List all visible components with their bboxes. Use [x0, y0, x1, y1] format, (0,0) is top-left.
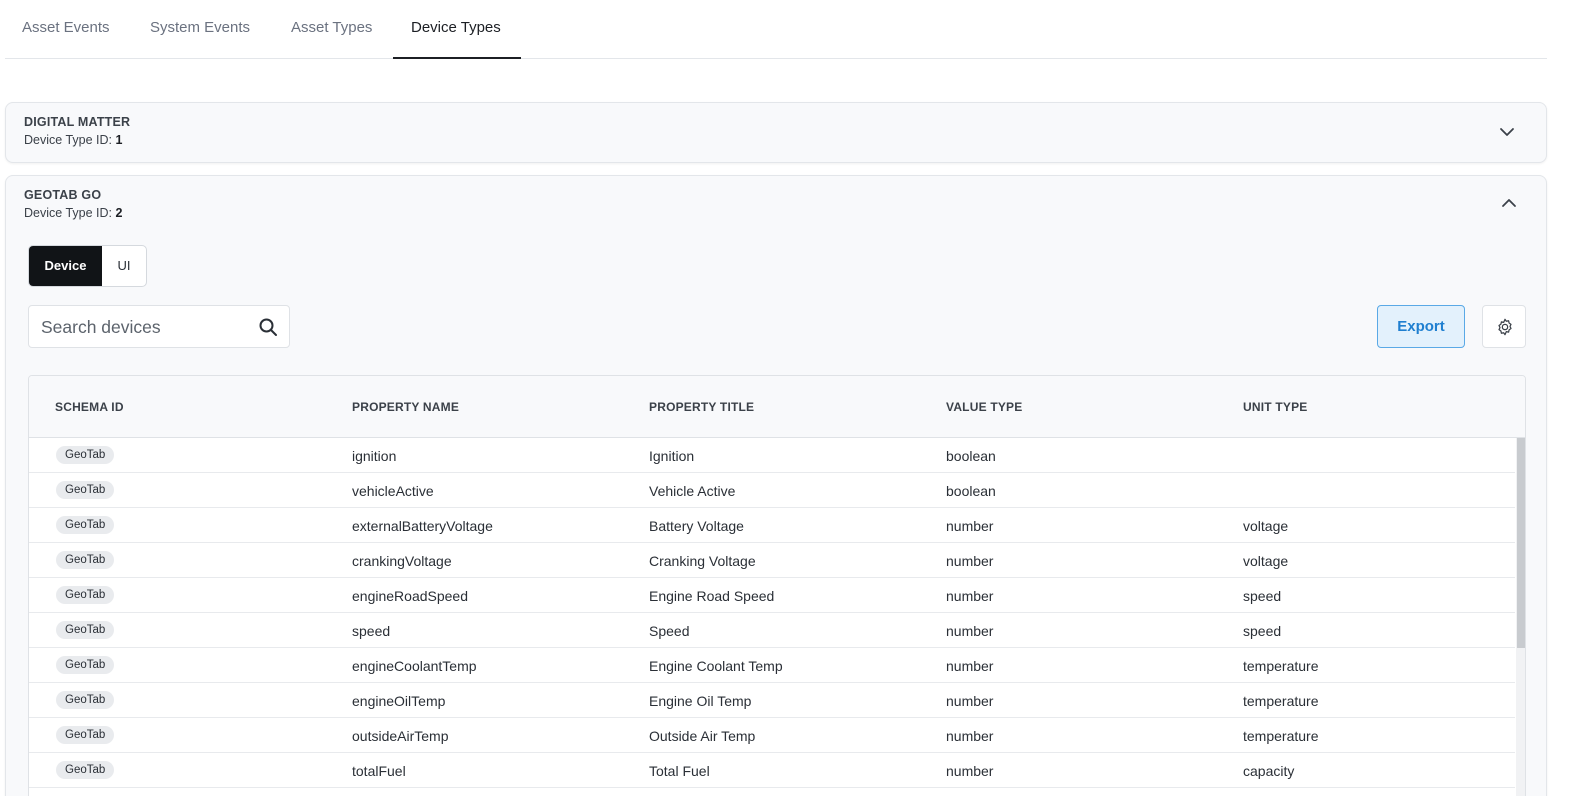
search-box	[28, 305, 290, 348]
property-title-cell: Engine Oil Temp	[649, 693, 752, 709]
tab-asset-types[interactable]: Asset Types	[291, 0, 372, 58]
property-name-cell: outsideAirTemp	[352, 728, 449, 744]
scrollbar-thumb[interactable]	[1517, 438, 1525, 648]
value-type-cell: number	[946, 623, 994, 639]
property-name-cell: crankingVoltage	[352, 553, 452, 569]
property-name-cell: totalFuel	[352, 763, 406, 779]
property-title-cell: Vehicle Active	[649, 483, 736, 499]
unit-type-cell: temperature	[1243, 658, 1319, 674]
property-name-cell: engineRoadSpeed	[352, 588, 468, 604]
property-name-cell: engineCoolantTemp	[352, 658, 477, 674]
gear-icon	[1498, 318, 1512, 336]
unit-type-cell: temperature	[1243, 728, 1319, 744]
unit-type-cell: temperature	[1243, 693, 1319, 709]
value-type-cell: number	[946, 588, 994, 604]
table-body: GeoTab ignition Ignition boolean GeoTab vehic…	[29, 438, 1515, 788]
device-type-name: GEOTAB GO	[24, 188, 102, 202]
search-input[interactable]	[41, 314, 251, 340]
chevron-up-icon[interactable]	[1500, 194, 1518, 212]
table-row[interactable]: GeoTab speed Speed number speed	[29, 613, 1515, 648]
value-type-cell: boolean	[946, 448, 996, 464]
schema-id-badge: GeoTab	[56, 586, 115, 604]
column-header-property-title[interactable]: PROPERTY TITLE	[649, 376, 754, 438]
ui-view-button[interactable]: UI	[102, 246, 146, 286]
column-header-property-name[interactable]: PROPERTY NAME	[352, 376, 459, 438]
table-row[interactable]: GeoTab outsideAirTemp Outside Air Temp numb…	[29, 718, 1515, 753]
property-title-cell: Engine Road Speed	[649, 588, 775, 604]
unit-type-cell: voltage	[1243, 553, 1289, 569]
properties-table: SCHEMA ID PROPERTY NAME PROPERTY TITLE V…	[28, 375, 1526, 796]
tab-device-types[interactable]: Device Types	[393, 0, 521, 59]
property-name-cell: engineOilTemp	[352, 693, 446, 709]
table-scrollbar[interactable]	[1516, 438, 1525, 796]
property-name-cell: speed	[352, 623, 391, 639]
property-title-cell: Total Fuel	[649, 763, 710, 779]
search-icon[interactable]	[258, 317, 278, 337]
tab-asset-events[interactable]: Asset Events	[22, 0, 110, 58]
value-type-cell: number	[946, 693, 994, 709]
unit-type-cell: speed	[1243, 588, 1282, 604]
column-header-value-type[interactable]: VALUE TYPE	[946, 376, 1022, 438]
property-title-cell: Engine Coolant Temp	[649, 658, 783, 674]
value-type-cell: number	[946, 728, 994, 744]
schema-id-badge: GeoTab	[56, 726, 115, 744]
schema-id-badge: GeoTab	[56, 691, 115, 709]
table-row[interactable]: GeoTab vehicleActive Vehicle Active boolean	[29, 473, 1515, 508]
export-button[interactable]: Export	[1377, 305, 1465, 348]
value-type-cell: boolean	[946, 483, 996, 499]
table-row[interactable]: GeoTab engineRoadSpeed Engine Road Speed nu…	[29, 578, 1515, 613]
property-name-cell: externalBatteryVoltage	[352, 518, 493, 534]
property-title-cell: Cranking Voltage	[649, 553, 756, 569]
value-type-cell: number	[946, 658, 994, 674]
property-title-cell: Battery Voltage	[649, 518, 744, 534]
device-type-card-geotab-go: GEOTAB GO Device Type ID: 2 Device UI Ex…	[5, 175, 1547, 796]
schema-id-badge: GeoTab	[56, 656, 115, 674]
schema-id-badge: GeoTab	[56, 551, 115, 569]
view-toggle: Device UI	[28, 245, 147, 287]
table-row[interactable]: GeoTab crankingVoltage Cranking Voltage num…	[29, 543, 1515, 578]
column-header-unit-type[interactable]: UNIT TYPE	[1243, 376, 1307, 438]
schema-id-badge: GeoTab	[56, 481, 115, 499]
table-row[interactable]: GeoTab ignition Ignition boolean	[29, 438, 1515, 473]
schema-id-badge: GeoTab	[56, 516, 115, 534]
table-header: SCHEMA ID PROPERTY NAME PROPERTY TITLE V…	[29, 376, 1525, 438]
value-type-cell: number	[946, 518, 994, 534]
device-type-card-digital-matter[interactable]: DIGITAL MATTER Device Type ID: 1	[5, 102, 1547, 163]
device-view-button[interactable]: Device	[29, 246, 102, 286]
table-row[interactable]: GeoTab engineCoolantTemp Engine Coolant Te…	[29, 648, 1515, 683]
property-title-cell: Speed	[649, 623, 690, 639]
table-row[interactable]: GeoTab engineOilTemp Engine Oil Temp number…	[29, 683, 1515, 718]
property-title-cell: Outside Air Temp	[649, 728, 756, 744]
property-name-cell: vehicleActive	[352, 483, 434, 499]
column-header-schema-id[interactable]: SCHEMA ID	[55, 376, 124, 438]
table-row[interactable]: GeoTab totalFuel Total Fuel number capacity	[29, 753, 1515, 788]
tab-bar: Asset Events System Events Asset Types D…	[5, 0, 1547, 59]
schema-id-badge: GeoTab	[56, 621, 115, 639]
device-type-name: DIGITAL MATTER	[24, 115, 131, 129]
value-type-cell: number	[946, 553, 994, 569]
settings-button[interactable]	[1482, 305, 1526, 348]
unit-type-cell: capacity	[1243, 763, 1295, 779]
schema-id-badge: GeoTab	[56, 446, 115, 464]
device-type-id: Device Type ID: 2	[24, 206, 123, 220]
unit-type-cell: speed	[1243, 623, 1282, 639]
chevron-down-icon[interactable]	[1498, 123, 1516, 141]
schema-id-badge: GeoTab	[56, 761, 115, 779]
device-type-id: Device Type ID: 1	[24, 133, 123, 147]
table-row[interactable]: GeoTab externalBatteryVoltage Battery Volt…	[29, 508, 1515, 543]
property-title-cell: Ignition	[649, 448, 695, 464]
unit-type-cell: voltage	[1243, 518, 1289, 534]
property-name-cell: ignition	[352, 448, 397, 464]
tab-system-events[interactable]: System Events	[150, 0, 250, 58]
value-type-cell: number	[946, 763, 994, 779]
